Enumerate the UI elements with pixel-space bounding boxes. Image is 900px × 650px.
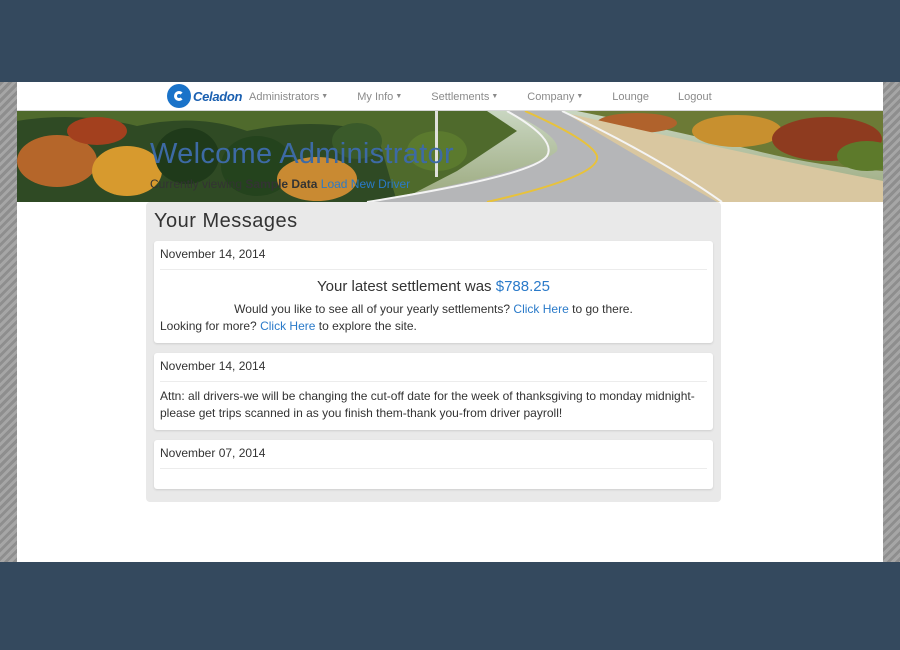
message-body: Your latest settlement was $788.25 Would… xyxy=(160,270,707,343)
nav-settlements[interactable]: Settlements ▼ xyxy=(431,91,498,103)
logo-text: Celadon xyxy=(193,88,243,104)
main-nav: Administrators ▼ My Info ▼ Settlements ▼ Co… xyxy=(249,82,741,111)
caret-down-icon: ▼ xyxy=(491,93,499,101)
top-navbar: Celadon Administrators ▼ My Info ▼ Settlem… xyxy=(17,82,883,111)
message-card: November 07, 2014 xyxy=(154,440,713,489)
viewing-prefix: Currently viewing xyxy=(150,177,243,191)
nav-administrators-label: Administrators xyxy=(249,90,320,103)
nav-my-info-label: My Info xyxy=(357,90,394,103)
nav-lounge-label: Lounge xyxy=(612,90,650,103)
nav-logout[interactable]: Logout xyxy=(678,91,712,103)
explore-prefix: Looking for more? xyxy=(160,319,257,333)
bottom-frame xyxy=(0,562,900,650)
load-new-driver-link[interactable]: Load New Driver xyxy=(321,177,410,191)
message-body: Attn: all drivers-we will be changing th… xyxy=(160,389,695,420)
explore-suffix: to explore the site. xyxy=(318,319,417,333)
caret-down-icon: ▼ xyxy=(395,93,403,101)
page-title: Welcome Administrator xyxy=(150,138,454,170)
settlement-amount[interactable]: $788.25 xyxy=(496,278,550,295)
messages-title: Your Messages xyxy=(154,210,298,232)
yearly-prefix: Would you like to see all of your yearly… xyxy=(234,302,511,316)
nav-administrators[interactable]: Administrators ▼ xyxy=(249,91,328,103)
message-date: November 14, 2014 xyxy=(160,241,707,270)
nav-lounge[interactable]: Lounge xyxy=(612,91,649,103)
message-card: November 14, 2014 Attn: all drivers-we w… xyxy=(154,353,713,430)
nav-company-label: Company xyxy=(527,90,575,103)
nav-settlements-label: Settlements xyxy=(431,90,490,103)
yearly-suffix: to go there. xyxy=(572,302,633,316)
settlement-line: Your latest settlement was $788.25 xyxy=(160,278,707,295)
welcome-section: Welcome Administrator Currently viewing … xyxy=(150,138,722,191)
explore-line: Looking for more? Click Here to explore … xyxy=(160,318,707,335)
viewing-value: Sample Data xyxy=(245,177,318,191)
yearly-settlements-line: Would you like to see all of your yearly… xyxy=(160,301,707,318)
current-view-line: Currently viewing Sample Data Load New D… xyxy=(150,177,722,191)
nav-company[interactable]: Company ▼ xyxy=(527,91,583,103)
settlement-prefix: Your latest settlement was xyxy=(317,278,492,295)
celadon-logo[interactable]: Celadon xyxy=(167,84,242,108)
nav-my-info[interactable]: My Info ▼ xyxy=(357,91,402,103)
message-body xyxy=(160,469,707,489)
message-date: November 07, 2014 xyxy=(160,440,707,469)
logo-icon xyxy=(167,84,191,108)
messages-panel: Your Messages November 14, 2014 Your lat… xyxy=(146,202,721,502)
caret-down-icon: ▼ xyxy=(576,93,584,101)
nav-logout-label: Logout xyxy=(678,90,712,103)
message-card: November 14, 2014 Your latest settlement… xyxy=(154,241,713,343)
message-date: November 14, 2014 xyxy=(160,353,707,382)
yearly-settlements-link[interactable]: Click Here xyxy=(513,302,568,316)
caret-down-icon: ▼ xyxy=(321,93,329,101)
explore-site-link[interactable]: Click Here xyxy=(260,319,315,333)
